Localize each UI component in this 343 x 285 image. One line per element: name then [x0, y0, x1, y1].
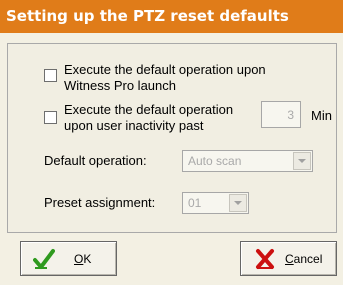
cancel-mnemonic: C: [285, 252, 294, 266]
ok-button[interactable]: OK: [20, 241, 117, 276]
chevron-down-icon[interactable]: [293, 152, 311, 170]
minutes-unit-label: Min: [311, 108, 332, 123]
inactivity-minutes-input[interactable]: 3: [261, 101, 301, 128]
default-operation-dropdown[interactable]: Auto scan: [182, 150, 313, 172]
inactivity-default-checkbox[interactable]: [44, 111, 57, 124]
chevron-down-icon[interactable]: [229, 194, 247, 212]
dialog-title: Setting up the PTZ reset defaults: [0, 0, 343, 33]
default-operation-value: Auto scan: [188, 154, 242, 168]
launch-default-checkbox[interactable]: [44, 69, 57, 82]
default-operation-label: Default operation:: [44, 153, 147, 168]
cancel-rest: ancel: [293, 252, 323, 266]
inactivity-option-label-line2: upon user inactivity past: [64, 118, 204, 133]
preset-assignment-value: 01: [188, 196, 202, 210]
cancel-button[interactable]: Cancel: [240, 241, 337, 276]
ok-rest: K: [83, 252, 92, 266]
preset-assignment-dropdown[interactable]: 01: [182, 192, 249, 214]
checkmark-icon: [33, 249, 55, 269]
inactivity-minutes-value: 3: [287, 108, 294, 122]
cancel-button-label: Cancel: [285, 252, 322, 266]
ptz-reset-dialog: Setting up the PTZ reset defaults Execut…: [0, 0, 343, 285]
cancel-x-icon: [256, 249, 274, 269]
launch-option-label-line2: Witness Pro launch: [64, 78, 176, 93]
ok-mnemonic: O: [74, 252, 84, 266]
ok-button-label: OK: [74, 252, 91, 266]
preset-assignment-label: Preset assignment:: [44, 195, 156, 210]
launch-option-label-line1: Execute the default operation upon: [64, 62, 266, 77]
inactivity-option-label-line1: Execute the default operation: [64, 102, 234, 117]
